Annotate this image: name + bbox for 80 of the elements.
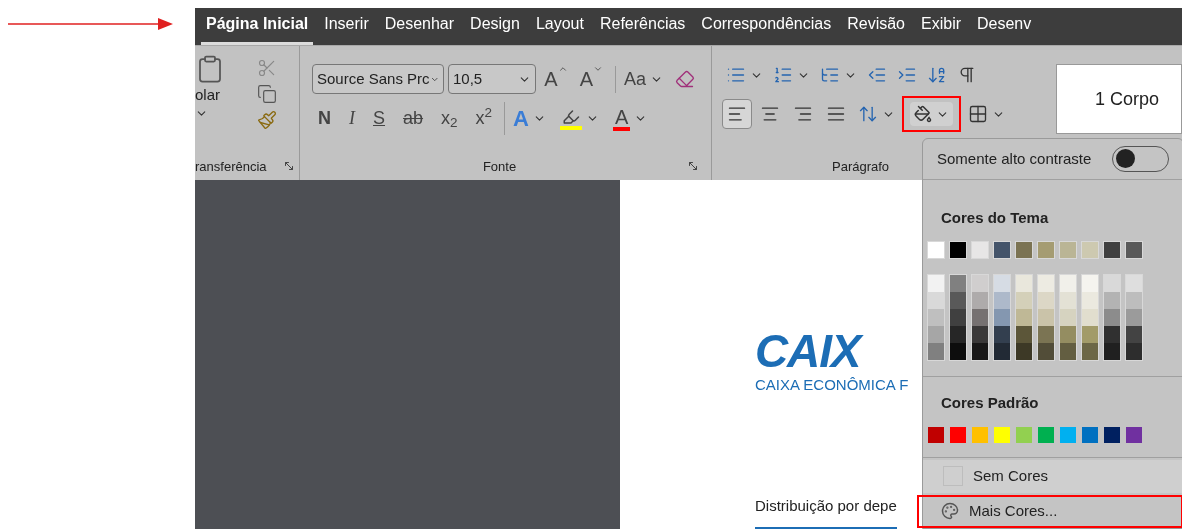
numbering-icon <box>773 65 793 85</box>
caret-icon <box>592 64 603 74</box>
format-button[interactable]: x$^{2}$ <box>469 103 499 134</box>
color-swatch[interactable] <box>994 241 1010 258</box>
clear-format-icon <box>675 69 695 89</box>
paste-label[interactable]: olar <box>195 84 220 107</box>
color-swatch[interactable] <box>972 274 988 292</box>
ribbon-tab[interactable]: Inserir <box>319 8 374 45</box>
color-swatch[interactable] <box>1126 274 1142 292</box>
color-swatch[interactable] <box>1104 274 1120 292</box>
change-case-button[interactable]: Aa <box>614 65 667 93</box>
caret-icon <box>557 64 568 74</box>
color-swatch[interactable] <box>1016 241 1032 258</box>
color-swatch[interactable] <box>1016 426 1032 443</box>
group-label: Parágrafo <box>832 157 890 176</box>
menu-item[interactable]: Sem Cores <box>923 459 1182 493</box>
launcher-icon[interactable] <box>283 160 295 173</box>
color-swatch[interactable] <box>1104 241 1120 258</box>
line-spacing-icon <box>858 104 878 124</box>
color-swatch[interactable] <box>972 241 988 258</box>
font-size-field[interactable]: 10,5 <box>448 64 537 94</box>
ribbon-tab[interactable]: Referências <box>594 8 691 45</box>
menu-item[interactable]: Mais Cores... <box>917 494 1182 528</box>
color-swatch[interactable] <box>950 426 966 443</box>
font-color-button[interactable]: A <box>608 106 652 131</box>
launcher-icon[interactable] <box>687 160 699 173</box>
sort-icon <box>927 65 947 85</box>
ribbon-tab[interactable]: Design <box>465 8 525 45</box>
palette-icon <box>941 502 959 521</box>
copy-icon[interactable] <box>257 84 277 104</box>
ribbon-tab[interactable]: Exibir <box>916 8 966 45</box>
align-button[interactable] <box>722 99 752 129</box>
color-swatch[interactable] <box>972 426 988 443</box>
color-swatch[interactable] <box>950 241 966 258</box>
color-swatch[interactable] <box>1126 241 1142 258</box>
group-label: ransferência <box>195 157 267 176</box>
format-button[interactable]: S <box>367 103 391 134</box>
color-swatch[interactable] <box>1104 426 1120 443</box>
format-button[interactable]: ab <box>397 103 430 134</box>
group-label: Fonte <box>482 157 517 176</box>
paint-bucket-icon <box>914 105 932 123</box>
format-button[interactable]: x$_{2}$ <box>435 103 464 134</box>
toggle-label: Somente alto contraste <box>937 148 1092 169</box>
color-swatch[interactable] <box>1038 241 1054 258</box>
color-swatch[interactable] <box>950 274 966 292</box>
ribbon-tab[interactable]: Layout <box>530 8 589 45</box>
ribbon-tab[interactable]: Desenhar <box>379 8 460 45</box>
color-swatch[interactable] <box>1060 426 1076 443</box>
borders-icon <box>968 104 988 124</box>
shrink-font-button[interactable]: A <box>575 64 607 94</box>
font-name-field[interactable]: Source Sans Prc <box>312 64 444 94</box>
logo: CAIX CAIXA ECONÔMICA F <box>755 328 909 395</box>
document-heading: Distribuição por depe <box>755 494 897 529</box>
color-swatch[interactable] <box>1082 241 1098 258</box>
format-button[interactable]: N <box>312 103 337 134</box>
color-swatch[interactable] <box>1016 274 1032 292</box>
color-swatch[interactable] <box>1082 274 1098 292</box>
section-title: Cores do Tema <box>941 208 1049 226</box>
color-swatch[interactable] <box>1060 274 1076 292</box>
paintbrush-icon[interactable] <box>257 110 277 130</box>
ribbon-tab[interactable]: Desenv <box>972 8 1037 45</box>
color-swatch[interactable] <box>928 426 944 443</box>
color-swatch[interactable] <box>1060 241 1076 258</box>
color-swatch[interactable] <box>928 241 944 258</box>
ribbon-tab[interactable]: Correspondências <box>696 8 837 45</box>
style-tile[interactable]: 1 Corpo <box>1056 64 1182 134</box>
color-swatch[interactable] <box>928 274 944 292</box>
color-swatch[interactable] <box>1126 426 1142 443</box>
scissors-icon[interactable] <box>257 58 277 78</box>
format-button[interactable]: I <box>343 103 361 134</box>
highlighter-icon <box>559 107 582 130</box>
color-swatch[interactable] <box>994 426 1010 443</box>
color-swatch[interactable] <box>994 274 1010 292</box>
section-title: Cores Padrão <box>941 393 1039 411</box>
grow-font-button[interactable]: A <box>540 64 572 94</box>
color-swatch[interactable] <box>1038 274 1054 292</box>
color-swatch[interactable] <box>1082 426 1098 443</box>
color-swatch[interactable] <box>1038 426 1054 443</box>
shading-button[interactable] <box>902 96 961 132</box>
ribbon-tab[interactable]: Revisão <box>842 8 910 45</box>
